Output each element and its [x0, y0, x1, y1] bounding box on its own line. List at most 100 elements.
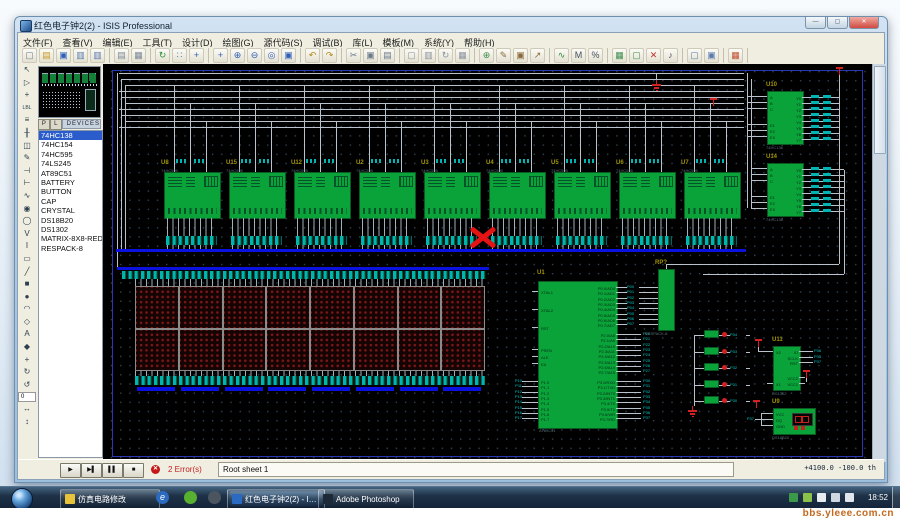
pick-button[interactable]: P — [38, 119, 50, 130]
device-item-74hc138[interactable]: 74HC138 — [39, 131, 102, 141]
return-to-parent-icon[interactable]: ▣ — [704, 48, 719, 63]
led-matrix-module[interactable] — [353, 286, 398, 329]
zoom-all-icon[interactable]: ◎ — [264, 48, 279, 63]
device-item-matrix-8x8-red[interactable]: MATRIX-8X8-RED — [39, 234, 102, 243]
2d-line-mode-icon[interactable]: ╱ — [20, 266, 34, 279]
matrix-bottom-bus[interactable] — [355, 387, 394, 391]
voltage-probe-mode-icon[interactable]: V — [20, 228, 34, 241]
led-matrix-module[interactable] — [397, 286, 442, 329]
push-button[interactable] — [704, 379, 719, 388]
led-matrix-module[interactable] — [222, 286, 267, 329]
step-simulation-button[interactable]: ▶▌ — [81, 463, 102, 478]
zoom-area-icon[interactable]: ▣ — [281, 48, 296, 63]
wire-label-mode-icon[interactable]: LBL — [20, 102, 34, 115]
2d-marker-mode-icon[interactable]: + — [20, 354, 34, 367]
redo-icon[interactable]: ↷ — [322, 48, 337, 63]
save-design-icon[interactable]: ▣ — [56, 48, 71, 63]
library-button[interactable]: L — [49, 119, 62, 130]
terminal-row[interactable] — [166, 236, 217, 245]
push-button[interactable] — [704, 330, 719, 338]
shift-register-u5[interactable] — [554, 172, 611, 219]
selection-mode-icon[interactable]: ↖ — [20, 64, 34, 77]
open-design-icon[interactable]: ▤ — [39, 48, 54, 63]
shift-register-u2[interactable] — [359, 172, 416, 219]
rotate-anticlockwise-icon[interactable]: ↺ — [20, 379, 34, 392]
led-matrix-module[interactable] — [397, 328, 442, 371]
schematic-canvas[interactable]: U8 74HC595 U15 74HC595 U12 74HC595 U2 74HC595 U3… — [103, 64, 886, 462]
push-button[interactable] — [704, 363, 719, 371]
matrix-bottom-bus[interactable] — [180, 387, 219, 391]
print-icon[interactable]: ▤ — [114, 48, 129, 63]
flip-horizontal-icon[interactable]: ↔ — [20, 403, 34, 416]
export-section-icon[interactable]: ▥ — [90, 48, 105, 63]
device-item-at89c51[interactable]: AT89C51 — [39, 169, 102, 178]
new-root-sheet-icon[interactable]: ▢ — [629, 48, 644, 63]
graph-mode-icon[interactable]: ∿ — [20, 190, 34, 203]
app-quicklaunch-icon[interactable] — [184, 491, 197, 504]
2d-text-mode-icon[interactable]: A — [20, 328, 34, 341]
led-matrix-module[interactable] — [310, 328, 354, 371]
zoom-out-icon[interactable]: ⊖ — [247, 48, 262, 63]
terminal-mode-icon[interactable]: ⊣ — [20, 165, 34, 178]
photoshop-task[interactable]: Adobe Photoshop — [318, 489, 414, 509]
terminal-row[interactable] — [621, 236, 672, 245]
security-shield-icon[interactable] — [789, 493, 798, 502]
maximize-button[interactable]: ▢ — [827, 17, 848, 29]
shift-register-u12[interactable] — [294, 172, 351, 219]
media-quicklaunch-icon[interactable] — [208, 491, 221, 504]
2d-arc-mode-icon[interactable]: ◠ — [20, 303, 34, 316]
current-probe-mode-icon[interactable]: I — [20, 240, 34, 253]
shift-register-u4[interactable] — [489, 172, 546, 219]
rtc-ds1302[interactable]: X2 X1 IO SCLK RST VCC2 VCC1 — [773, 346, 801, 391]
instant-edit-mode-icon[interactable]: ✎ — [20, 152, 34, 165]
ie-quicklaunch-icon[interactable]: e — [156, 491, 169, 504]
terminal-row[interactable] — [361, 236, 412, 245]
block-rotate-icon[interactable]: ↻ — [438, 48, 453, 63]
led-matrix-module[interactable] — [266, 328, 310, 371]
led-matrix-block[interactable] — [135, 286, 485, 371]
schematic-preview[interactable] — [38, 66, 101, 118]
terminal-row[interactable] — [491, 236, 542, 245]
network-icon[interactable] — [831, 493, 840, 502]
scrollbar-thumb[interactable] — [874, 66, 886, 154]
virtual-instruments-mode-icon[interactable]: ▭ — [20, 253, 34, 266]
error-count[interactable]: 2 Error(s) — [168, 465, 202, 474]
device-item-battery[interactable]: BATTERY — [39, 178, 102, 187]
toggle-grid-icon[interactable]: ∷ — [172, 48, 187, 63]
folder-task[interactable]: 仿真电路修改 — [60, 489, 160, 509]
action-center-flag-icon[interactable] — [817, 493, 826, 502]
matrix-bottom-bus[interactable] — [224, 387, 263, 391]
zoom-in-icon[interactable]: ⊕ — [230, 48, 245, 63]
shift-register-u3[interactable] — [424, 172, 481, 219]
buses-mode-icon[interactable]: ╫ — [20, 127, 34, 140]
pick-parts-icon[interactable]: ⊕ — [479, 48, 494, 63]
flip-vertical-icon[interactable]: ↕ — [20, 416, 34, 429]
run-simulation-button[interactable]: ▶ — [60, 463, 81, 478]
titlebar[interactable]: 红色电子钟2(2) - ISIS Professional — ▢ ✕ — [15, 17, 887, 32]
2d-circle-mode-icon[interactable]: ● — [20, 291, 34, 304]
device-item-button[interactable]: BUTTON — [39, 187, 102, 196]
property-assignment-icon[interactable]: % — [588, 48, 603, 63]
led-matrix-module[interactable] — [353, 328, 398, 371]
rotate-clockwise-icon[interactable]: ↻ — [20, 366, 34, 379]
vertical-scrollbar[interactable] — [872, 64, 886, 462]
block-move-icon[interactable]: ▥ — [421, 48, 436, 63]
show-desktop-button[interactable] — [892, 487, 900, 509]
led-matrix-module[interactable] — [222, 328, 267, 371]
led-matrix-module[interactable] — [135, 286, 179, 329]
device-item-74ls245[interactable]: 74LS245 — [39, 159, 102, 168]
design-explorer-icon[interactable]: ▦ — [612, 48, 627, 63]
close-button[interactable]: ✕ — [849, 17, 879, 29]
block-copy-icon[interactable]: ▢ — [404, 48, 419, 63]
decoder-u14[interactable]: A B C E1 E2 E3 Y0 Y1 Y2 Y3 Y4 Y5 Y6 Y7 — [767, 163, 804, 217]
wire-autorouter-icon[interactable]: ∿ — [554, 48, 569, 63]
taskbar-clock[interactable]: 18:52 — [868, 493, 888, 502]
matrix-bottom-bus[interactable] — [399, 387, 438, 391]
led-matrix-module[interactable] — [310, 286, 354, 329]
update-arrow-icon[interactable] — [803, 493, 812, 502]
block-delete-icon[interactable]: ▦ — [455, 48, 470, 63]
terminal-row[interactable] — [686, 236, 737, 245]
undo-icon[interactable]: ↶ — [305, 48, 320, 63]
shift-register-u8[interactable] — [164, 172, 221, 219]
shift-register-u15[interactable] — [229, 172, 286, 219]
